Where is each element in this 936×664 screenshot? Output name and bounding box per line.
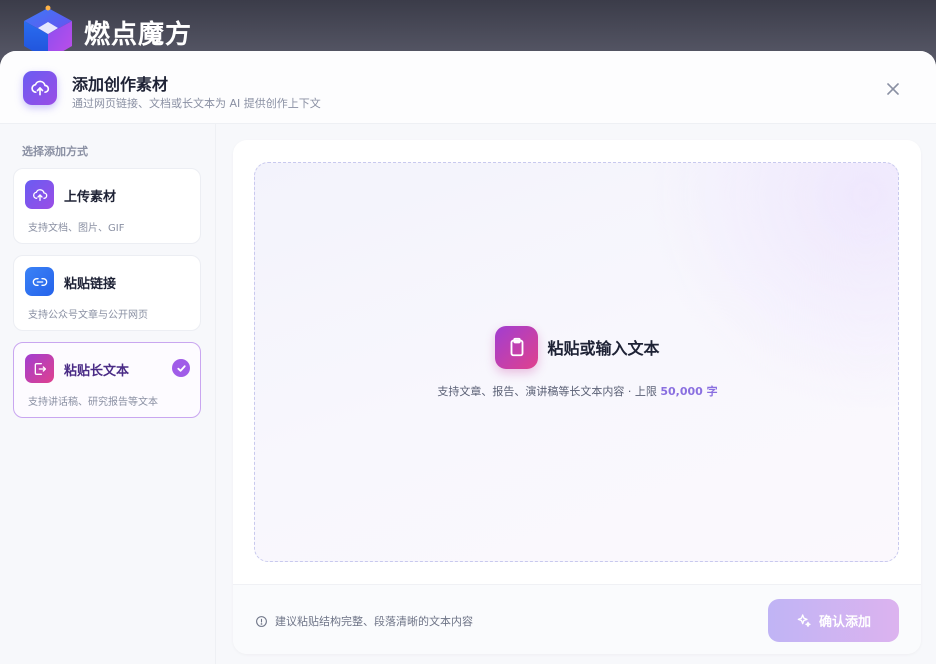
char-limit: 50,000 字 xyxy=(660,385,718,398)
option-title: 粘贴链接 xyxy=(64,277,117,292)
footer-tip: 建议粘贴结构完整、段落清晰的文本内容 xyxy=(255,613,473,629)
info-icon xyxy=(256,615,267,627)
dropzone-heading: 粘贴或输入文本 xyxy=(255,325,900,369)
paste-text-icon xyxy=(25,354,54,383)
option-paste-link[interactable]: 粘贴链接 支持公众号文章与公开网页 xyxy=(13,255,201,331)
brand-name: 燃点魔方 xyxy=(84,19,193,50)
cloud-upload-icon xyxy=(23,71,57,105)
confirm-add-button[interactable]: 确认添加 xyxy=(768,599,899,642)
clipboard-icon xyxy=(495,325,539,369)
sidebar-label: 选择添加方式 xyxy=(22,145,88,158)
option-desc: 支持讲话稿、研究报告等文本 xyxy=(28,397,158,408)
cloud-upload-icon xyxy=(25,180,54,209)
close-icon xyxy=(887,83,899,95)
close-button[interactable] xyxy=(880,76,906,102)
dropzone-hint: 支持文章、报告、演讲稿等长文本内容 · 上限 xyxy=(437,385,657,398)
option-upload-material[interactable]: 上传素材 支持文档、图片、GIF xyxy=(13,168,201,244)
dropzone-subtitle: 支持文章、报告、演讲稿等长文本内容 · 上限 50,000 字 xyxy=(255,383,900,399)
add-material-modal: 添加创作素材 通过网页链接、文档或长文本为 AI 提供创作上下文 选择添加方式 … xyxy=(0,51,936,664)
sparkle-icon xyxy=(797,613,811,627)
link-icon xyxy=(25,267,54,296)
method-sidebar: 选择添加方式 上传素材 支持文档、图片、GIF 粘贴链接 支持公众号文章与公开网… xyxy=(0,124,216,664)
text-input-card: 粘贴或输入文本 支持文章、报告、演讲稿等长文本内容 · 上限 50,000 字 … xyxy=(233,140,921,654)
main-panel: 粘贴或输入文本 支持文章、报告、演讲稿等长文本内容 · 上限 50,000 字 … xyxy=(216,124,936,664)
check-icon xyxy=(172,359,190,377)
option-title: 粘贴长文本 xyxy=(64,364,130,379)
option-desc: 支持公众号文章与公开网页 xyxy=(28,310,148,321)
confirm-label: 确认添加 xyxy=(818,615,871,630)
option-paste-long-text[interactable]: 粘贴长文本 支持讲话稿、研究报告等文本 xyxy=(13,342,201,418)
modal-title: 添加创作素材 xyxy=(72,75,169,94)
text-dropzone[interactable]: 粘贴或输入文本 支持文章、报告、演讲稿等长文本内容 · 上限 50,000 字 xyxy=(254,162,899,562)
tip-text: 建议粘贴结构完整、段落清晰的文本内容 xyxy=(275,615,473,628)
option-desc: 支持文档、图片、GIF xyxy=(28,223,125,234)
option-title: 上传素材 xyxy=(64,190,117,205)
dropzone-title: 粘贴或输入文本 xyxy=(547,339,660,358)
card-footer: 建议粘贴结构完整、段落清晰的文本内容 确认添加 xyxy=(233,584,921,654)
modal-header: 添加创作素材 通过网页链接、文档或长文本为 AI 提供创作上下文 xyxy=(0,51,936,124)
modal-subtitle: 通过网页链接、文档或长文本为 AI 提供创作上下文 xyxy=(72,97,321,110)
